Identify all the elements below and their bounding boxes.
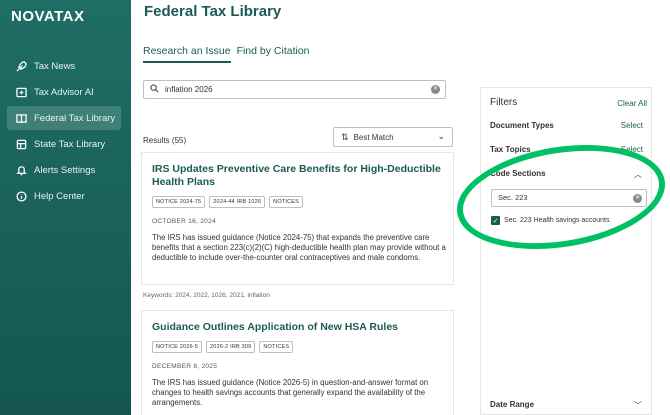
- rocket-icon: [15, 60, 27, 72]
- search-icon: [150, 84, 159, 95]
- result-title[interactable]: IRS Updates Preventive Care Benefits for…: [152, 163, 447, 189]
- filter-document-types[interactable]: Document Types Select: [490, 121, 645, 135]
- code-section-option[interactable]: ✓ Sec. 223 Health savings accounts: [491, 216, 609, 225]
- select-link[interactable]: Select: [621, 121, 643, 130]
- app-logo[interactable]: NOVATAX: [11, 8, 85, 25]
- filters-title: Filters: [490, 97, 518, 108]
- sidebar-item-state-tax-library[interactable]: State Tax Library: [7, 132, 121, 156]
- chevron-down-icon[interactable]: ﹀: [634, 400, 642, 411]
- badge-list: NOTICE 2024-75 2024-44 IRB 1026 NOTICES: [152, 196, 307, 208]
- checkbox-checked[interactable]: ✓: [491, 216, 500, 225]
- sidebar: NOVATAX Tax News Tax Advisor AI Federal …: [0, 0, 131, 415]
- page-header: Federal Tax Library: [131, 0, 670, 30]
- page-title: Federal Tax Library: [144, 3, 282, 20]
- tab-research-an-issue[interactable]: Research an Issue: [143, 45, 231, 63]
- sidebar-item-alerts-settings[interactable]: Alerts Settings: [7, 158, 121, 182]
- ai-chat-icon: [15, 86, 27, 98]
- sidebar-item-label: Alerts Settings: [34, 164, 96, 176]
- badge: NOTICES: [269, 196, 304, 208]
- map-icon: [15, 138, 27, 150]
- sort-icon: ⇅: [341, 131, 349, 142]
- code-section-input[interactable]: Sec. 223 ✕: [491, 189, 647, 207]
- select-link[interactable]: Select: [621, 145, 643, 154]
- clear-code-icon[interactable]: ✕: [633, 194, 642, 203]
- sidebar-item-label: Tax Advisor AI: [34, 86, 94, 98]
- sidebar-item-tax-advisor-ai[interactable]: Tax Advisor AI: [7, 80, 121, 104]
- results-count: Results (55): [143, 136, 187, 145]
- filter-label: Document Types: [490, 121, 554, 130]
- filter-date-range[interactable]: Date Range ﹀: [490, 400, 645, 414]
- sidebar-item-label: Help Center: [34, 190, 85, 202]
- search-value: inflation 2026: [165, 85, 213, 94]
- sidebar-item-federal-tax-library[interactable]: Federal Tax Library: [7, 106, 121, 130]
- badge: NOTICES: [259, 341, 294, 353]
- clear-search-icon[interactable]: ✕: [431, 85, 440, 94]
- result-description: The IRS has issued guidance (Notice 2024…: [152, 233, 446, 262]
- filter-label: Date Range: [490, 400, 535, 409]
- badge-list: NOTICE 2026-5 2026-2 IRB 309 NOTICES: [152, 341, 297, 353]
- book-icon: [15, 112, 27, 124]
- result-title[interactable]: Guidance Outlines Application of New HSA…: [152, 321, 447, 334]
- tab-bar: Research an Issue Find by Citation: [143, 45, 316, 63]
- badge: NOTICE 2024-75: [152, 196, 206, 208]
- sidebar-nav: Tax News Tax Advisor AI Federal Tax Libr…: [7, 54, 121, 210]
- filter-label: Code Sections: [490, 169, 546, 178]
- info-icon: [15, 190, 27, 202]
- bell-icon: [15, 164, 27, 176]
- sidebar-item-tax-news[interactable]: Tax News: [7, 54, 121, 78]
- chevron-down-icon: ⌄: [437, 131, 445, 141]
- result-card: Guidance Outlines Application of New HSA…: [141, 310, 454, 415]
- sort-label: Best Match: [353, 132, 394, 142]
- sidebar-item-label: State Tax Library: [34, 138, 106, 150]
- search-input[interactable]: inflation 2026 ✕: [143, 80, 446, 99]
- code-section-value: Sec. 223: [498, 193, 528, 202]
- checkbox-label: Sec. 223 Health savings accounts: [504, 217, 610, 224]
- tab-find-by-citation[interactable]: Find by Citation: [237, 45, 310, 63]
- filter-code-sections[interactable]: Code Sections ︿: [490, 169, 645, 183]
- badge: NOTICE 2026-5: [152, 341, 203, 353]
- sidebar-item-help-center[interactable]: Help Center: [7, 184, 121, 208]
- result-description: The IRS has issued guidance (Notice 2026…: [152, 378, 429, 407]
- clear-all-link[interactable]: Clear All: [617, 99, 647, 108]
- badge: 2024-44 IRB 1026: [209, 196, 266, 208]
- chevron-up-icon[interactable]: ︿: [634, 169, 642, 180]
- result-date: DECEMBER 8, 2025: [152, 363, 218, 370]
- filter-label: Tax Topics: [490, 145, 531, 154]
- sidebar-item-label: Federal Tax Library: [34, 112, 116, 124]
- sort-dropdown[interactable]: ⇅ Best Match ⌄: [333, 127, 453, 147]
- filter-tax-topics[interactable]: Tax Topics Select: [490, 145, 645, 159]
- filters-panel: Filters Clear All Document Types Select …: [480, 87, 652, 415]
- badge: 2026-2 IRB 309: [206, 341, 256, 353]
- result-card: IRS Updates Preventive Care Benefits for…: [141, 152, 454, 285]
- result-keywords: Keywords: 2024, 2022, 1026, 2021, inflat…: [143, 292, 270, 299]
- sidebar-item-label: Tax News: [34, 60, 76, 72]
- result-date: OCTOBER 16, 2024: [152, 218, 216, 225]
